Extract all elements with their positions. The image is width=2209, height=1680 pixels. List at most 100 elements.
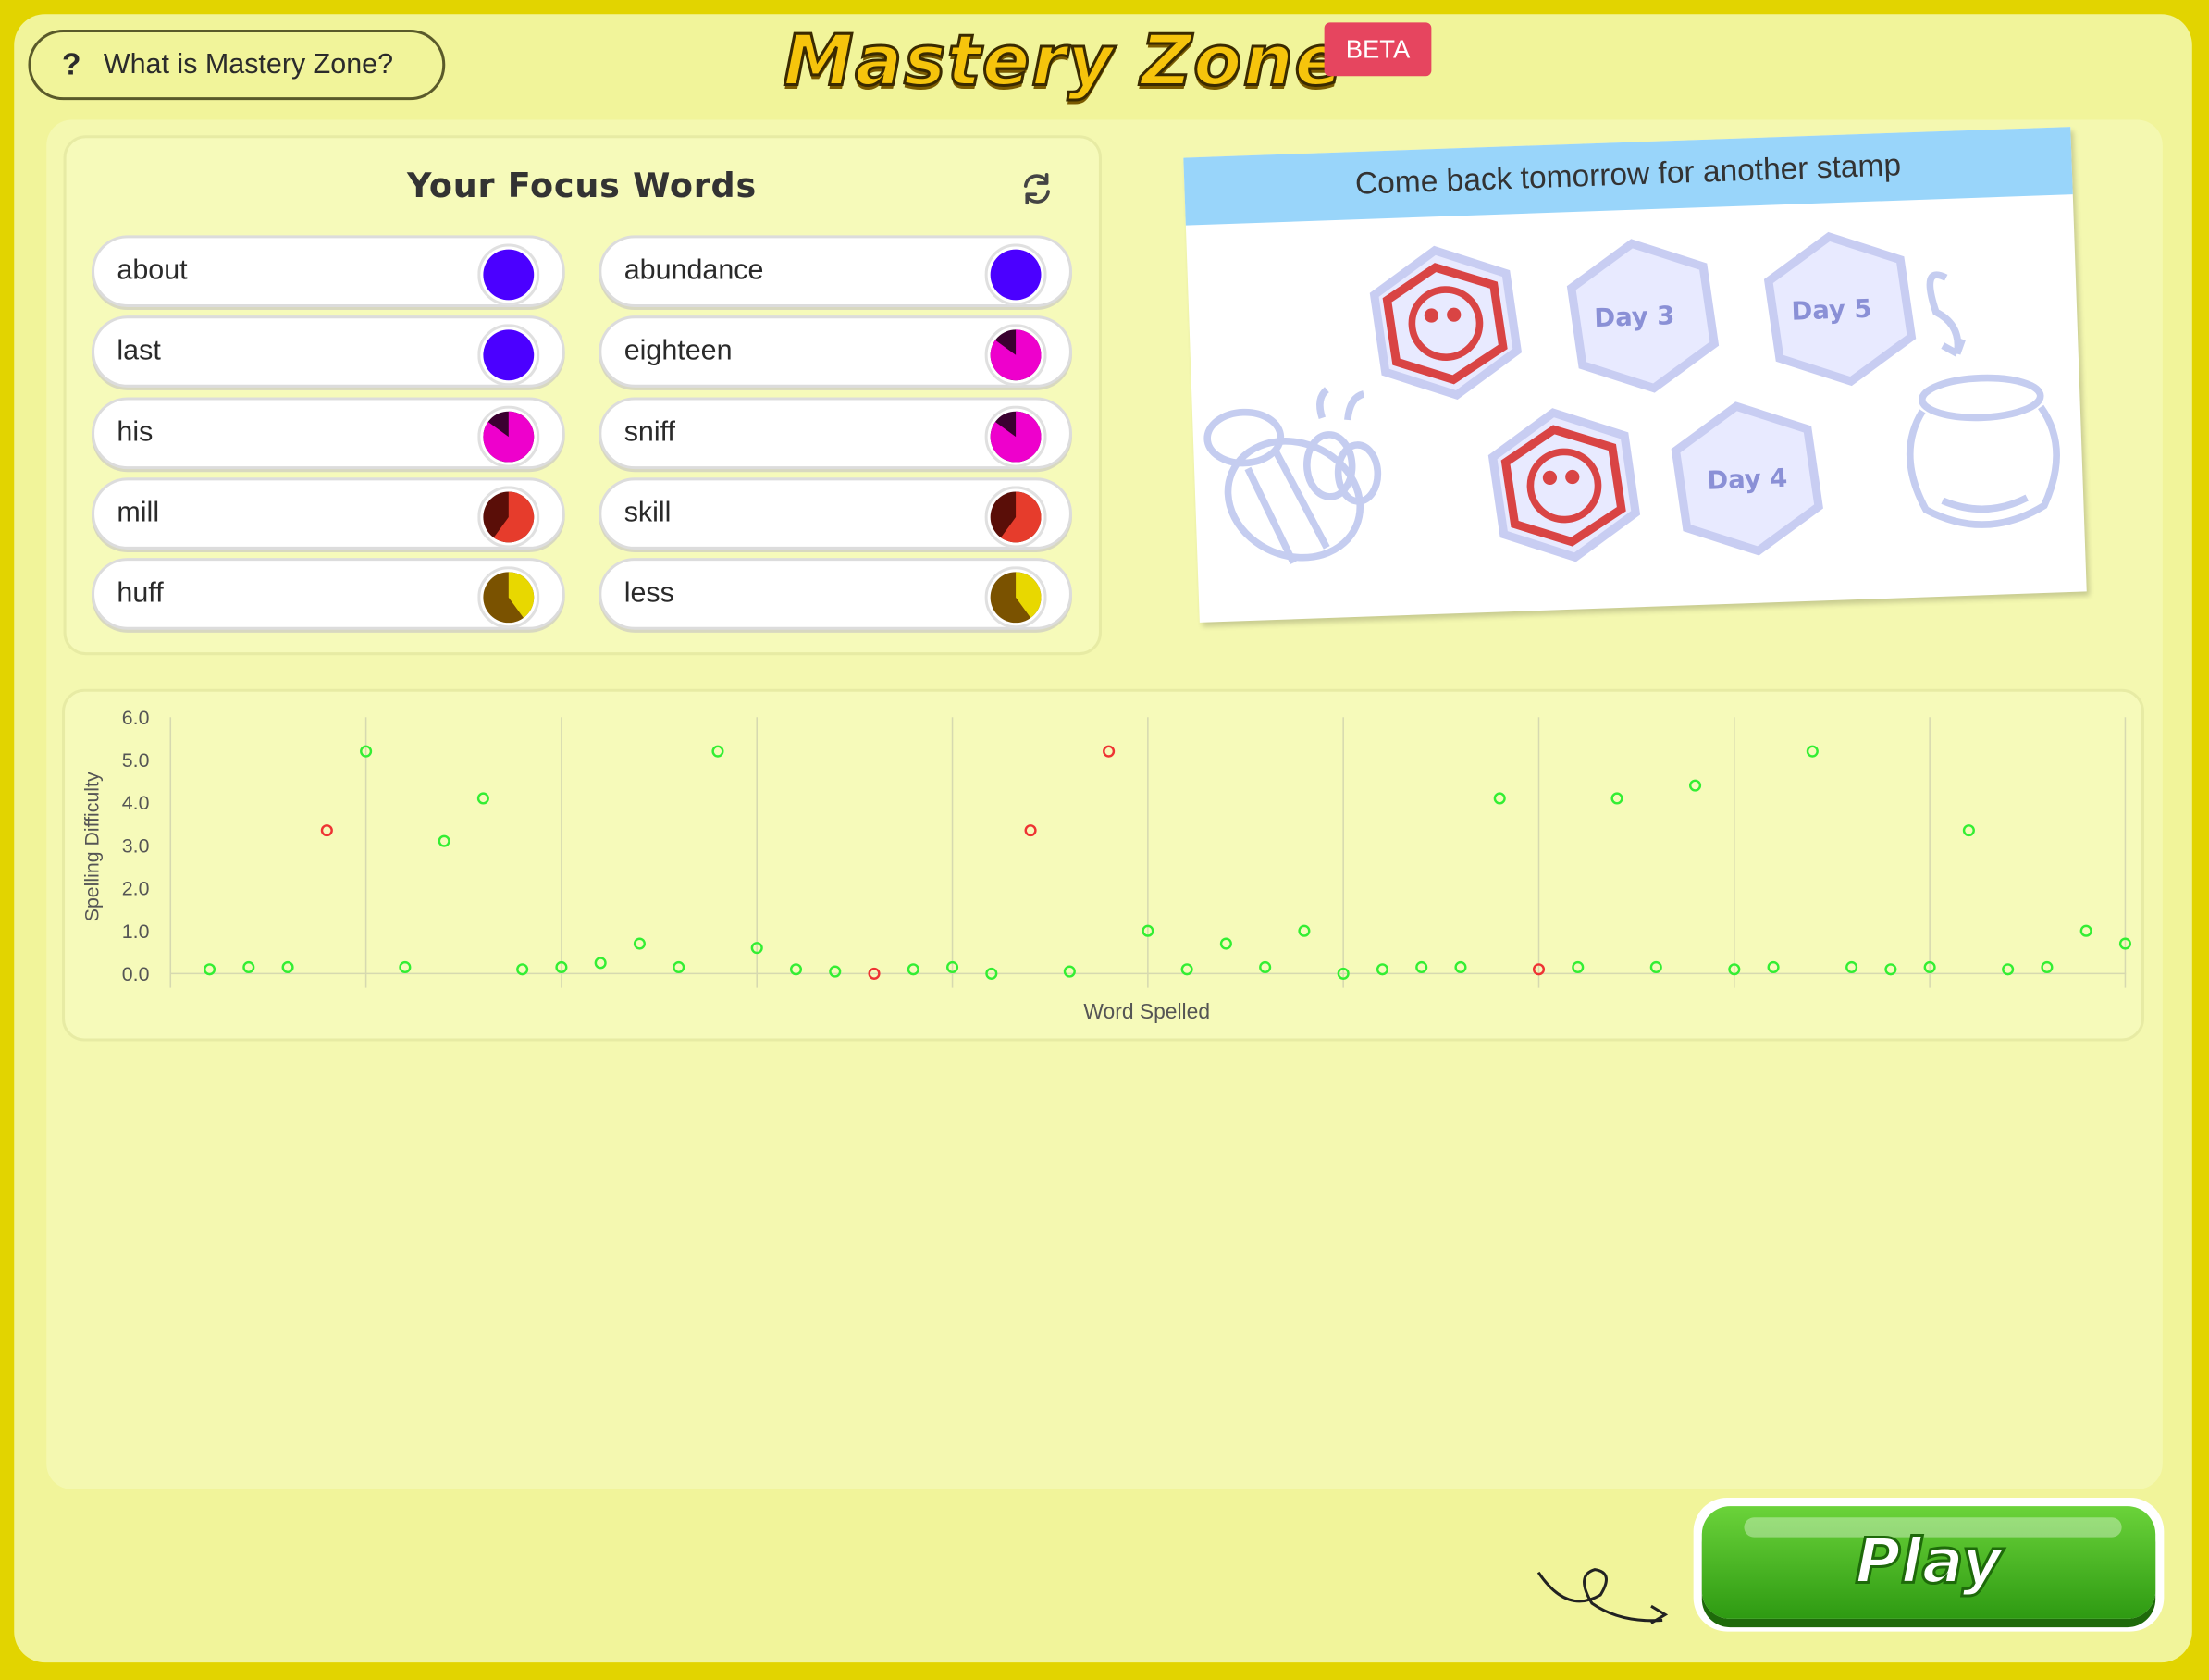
data-point-correct[interactable] (1259, 960, 1272, 974)
data-point-correct[interactable] (1806, 745, 1819, 758)
data-point-correct[interactable] (1689, 779, 1702, 792)
data-point-correct[interactable] (1376, 963, 1388, 976)
stamp-card: Come back tomorrow for another stamp Day… (1183, 127, 2087, 623)
data-point-incorrect[interactable] (320, 824, 333, 837)
y-tick-label: 6.0 (122, 707, 150, 729)
app-root: ? What is Mastery Zone? Mastery Zone BET… (0, 0, 2209, 1680)
x-axis-label: Word Spelled (1083, 999, 1210, 1023)
data-point-correct[interactable] (2041, 960, 2054, 974)
data-point-correct[interactable] (594, 957, 607, 970)
data-point-incorrect[interactable] (1024, 824, 1037, 837)
focus-word-pill[interactable]: abundance (599, 235, 1073, 308)
y-tick-label: 2.0 (122, 878, 150, 900)
spelling-chart-card: 0.0 1.0 2.0 3.0 4.0 5.0 6.0 Word Spelled Spell… (62, 688, 2145, 1042)
beta-badge: BETA (1324, 22, 1432, 77)
data-point-correct[interactable] (438, 834, 450, 847)
data-point-correct[interactable] (1415, 960, 1428, 974)
data-point-correct[interactable] (1649, 960, 1662, 974)
data-point-correct[interactable] (1180, 963, 1193, 976)
spelling-difficulty-chart: 0.0 1.0 2.0 3.0 4.0 5.0 6.0 Word Spelled Spell… (81, 707, 2131, 1023)
focus-word-label: sniff (623, 416, 676, 448)
day-5-label: Day 5 (1791, 295, 1872, 327)
y-tick-label: 5.0 (122, 749, 150, 772)
data-point-correct[interactable] (1219, 937, 1232, 950)
data-point-correct[interactable] (2079, 924, 2092, 937)
focus-word-label: abundance (623, 254, 764, 287)
data-point-correct[interactable] (711, 745, 724, 758)
data-point-correct[interactable] (1767, 960, 1780, 974)
mastery-progress-icon (477, 566, 540, 629)
mastery-progress-icon (477, 243, 540, 306)
data-point-correct[interactable] (1493, 792, 1506, 805)
focus-word-label: skill (623, 497, 672, 528)
chart-points (203, 745, 2131, 980)
focus-word-label: last (117, 335, 161, 367)
data-point-correct[interactable] (2002, 963, 2015, 976)
focus-word-pill[interactable]: skill (599, 477, 1073, 550)
focus-word-label: huff (117, 577, 164, 610)
data-point-correct[interactable] (829, 965, 842, 978)
mastery-progress-icon (984, 405, 1047, 468)
focus-word-label: less (623, 577, 674, 610)
focus-word-pill[interactable]: eighteen (599, 315, 1073, 389)
data-point-correct[interactable] (1454, 960, 1467, 974)
mastery-progress-icon (984, 566, 1047, 629)
data-point-correct[interactable] (633, 937, 646, 950)
focus-word-pill[interactable]: last (91, 315, 565, 389)
data-point-correct[interactable] (1610, 792, 1623, 805)
bee-outline-icon (1203, 387, 1382, 565)
data-point-correct[interactable] (1298, 924, 1311, 937)
data-point-correct[interactable] (281, 960, 294, 974)
focus-word-pill[interactable]: about (91, 235, 565, 308)
focus-word-label: mill (117, 497, 160, 528)
focus-word-pill[interactable]: sniff (599, 396, 1073, 469)
data-point-correct[interactable] (1845, 960, 1858, 974)
data-point-correct[interactable] (516, 963, 529, 976)
refresh-icon[interactable] (1018, 169, 1057, 209)
focus-word-pill[interactable]: huff (91, 558, 565, 631)
focus-word-label: his (117, 416, 154, 448)
focus-word-pill[interactable]: mill (91, 477, 565, 550)
stamp-hex-day1 (1369, 245, 1523, 401)
mastery-progress-icon (477, 405, 540, 468)
y-axis: 0.0 1.0 2.0 3.0 4.0 5.0 6.0 (122, 707, 150, 985)
data-point-correct[interactable] (1962, 824, 1975, 837)
data-point-correct[interactable] (1884, 963, 1897, 976)
stamp-board: Day 3 Day 5 Day 4 (1203, 231, 2060, 565)
data-point-correct[interactable] (399, 960, 412, 974)
squiggle-arrow-icon (1536, 1568, 1669, 1624)
help-button-label: What is Mastery Zone? (103, 48, 394, 80)
question-icon: ? (62, 46, 81, 82)
data-point-correct[interactable] (907, 963, 919, 976)
day-3-label: Day 3 (1594, 302, 1675, 333)
data-point-correct[interactable] (476, 792, 489, 805)
data-point-correct[interactable] (242, 960, 255, 974)
play-button[interactable]: Play (1693, 1497, 2165, 1632)
mastery-progress-icon (984, 486, 1047, 549)
data-point-correct[interactable] (789, 963, 803, 976)
chart-grid (169, 717, 2127, 988)
data-point-correct[interactable] (1063, 965, 1076, 978)
mastery-progress-icon (984, 243, 1047, 306)
what-is-mastery-zone-button[interactable]: ? What is Mastery Zone? (28, 29, 446, 101)
mastery-progress-icon (477, 486, 540, 549)
y-tick-label: 0.0 (122, 963, 150, 985)
y-tick-label: 4.0 (122, 792, 150, 814)
data-point-correct[interactable] (1572, 960, 1585, 974)
stamp-hex-day2 (1487, 408, 1641, 562)
focus-word-pill[interactable]: his (91, 396, 565, 469)
data-point-correct[interactable] (203, 963, 216, 976)
focus-word-label: eighteen (623, 335, 733, 367)
focus-word-pill[interactable]: less (599, 558, 1073, 631)
data-point-incorrect[interactable] (1103, 745, 1116, 758)
data-point-correct[interactable] (673, 960, 685, 974)
mastery-zone-screen: ? What is Mastery Zone? Mastery Zone BET… (0, 0, 2209, 1679)
mastery-progress-icon (984, 324, 1047, 387)
y-tick-label: 1.0 (122, 920, 150, 943)
play-button-face: Play (1701, 1506, 2156, 1619)
page-title: Mastery Zone (782, 19, 1344, 103)
focus-word-label: about (117, 254, 188, 287)
mastery-progress-icon (477, 324, 540, 387)
day-4-label: Day 4 (1707, 464, 1788, 496)
focus-words-title: Your Focus Words (406, 166, 758, 206)
